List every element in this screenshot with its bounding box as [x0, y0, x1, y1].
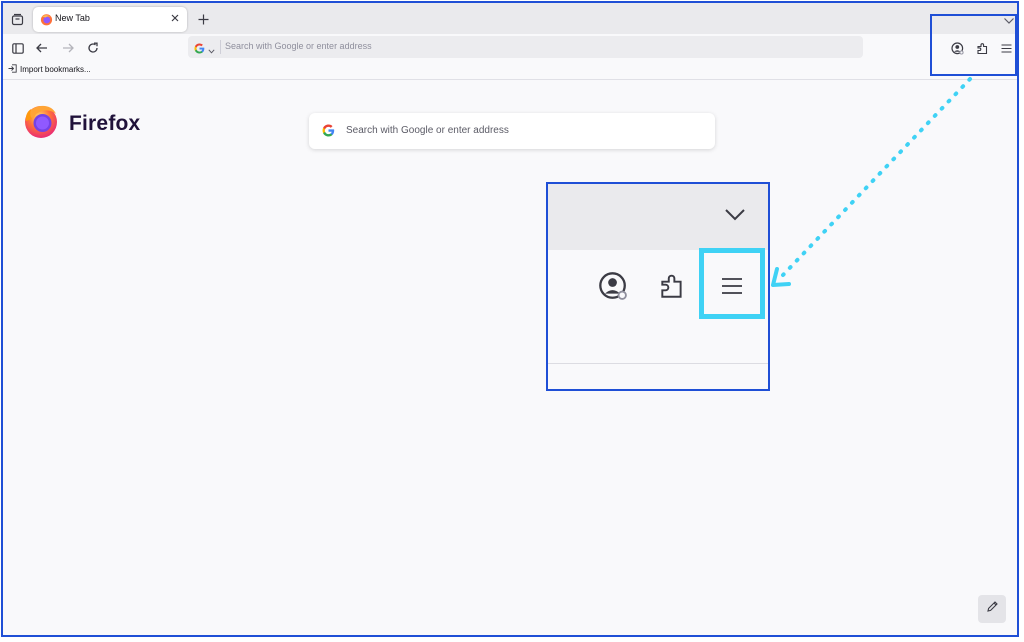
zoom-divider [548, 363, 768, 364]
tab-title: New Tab [55, 13, 90, 23]
browser-window: New Tab Search with Google or enter addr… [1, 1, 1019, 637]
search-engine-selector[interactable] [194, 41, 215, 59]
chevron-down-icon [724, 208, 746, 226]
annotation-zoom-view [546, 182, 770, 391]
brand-name: Firefox [69, 111, 141, 135]
reload-icon[interactable] [85, 40, 101, 56]
close-icon[interactable] [169, 12, 181, 24]
annotation-highlight-toolbar [930, 14, 1017, 76]
zoom-tab-strip [548, 184, 768, 250]
import-bookmarks-label: Import bookmarks... [20, 65, 91, 74]
google-icon [194, 41, 205, 59]
tab-overview-icon[interactable] [9, 11, 25, 27]
chevron-down-icon [208, 41, 215, 59]
personalize-button[interactable] [978, 595, 1006, 623]
firefox-brand: Firefox [23, 103, 140, 144]
pencil-icon [986, 600, 999, 618]
firefox-favicon-icon [40, 13, 53, 26]
url-separator [220, 40, 221, 54]
address-bar[interactable]: Search with Google or enter address [188, 36, 863, 58]
sidebar-icon[interactable] [10, 40, 26, 56]
google-icon [322, 124, 335, 142]
import-bookmarks-button[interactable]: Import bookmarks... [8, 64, 91, 75]
firefox-logo-icon [23, 103, 59, 144]
bookmarks-toolbar: Import bookmarks... [3, 62, 1017, 80]
puzzle-icon [656, 270, 688, 302]
content-search-input[interactable]: Search with Google or enter address [309, 113, 715, 149]
tab-strip: New Tab [3, 3, 1017, 34]
content-search-placeholder: Search with Google or enter address [346, 125, 509, 136]
forward-arrow-icon[interactable] [60, 40, 76, 56]
back-arrow-icon[interactable] [34, 40, 50, 56]
url-placeholder: Search with Google or enter address [225, 41, 372, 51]
tab-new-tab[interactable]: New Tab [33, 7, 187, 32]
plus-icon[interactable] [195, 11, 211, 27]
import-icon [8, 64, 17, 75]
navigation-toolbar: Search with Google or enter address [3, 34, 1017, 62]
annotation-highlight-menu [699, 248, 765, 319]
account-icon [597, 270, 629, 302]
annotation-arrow [771, 77, 972, 287]
